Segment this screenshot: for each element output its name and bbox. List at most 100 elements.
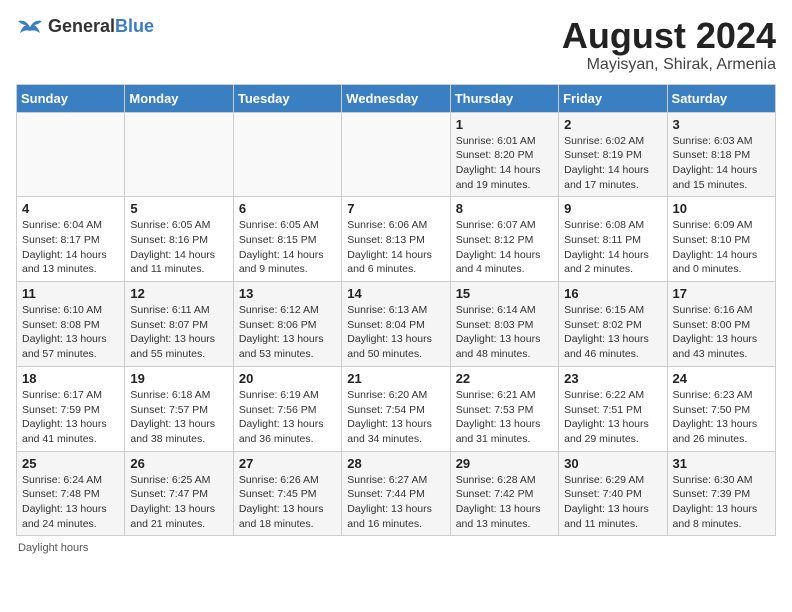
calendar-header-cell: Tuesday [233, 84, 341, 112]
day-number: 31 [673, 456, 770, 471]
day-number: 30 [564, 456, 661, 471]
day-number: 18 [22, 371, 119, 386]
calendar-day-cell [342, 112, 450, 197]
day-info: Sunrise: 6:25 AM Sunset: 7:47 PM Dayligh… [130, 474, 215, 530]
calendar-week-row: 4 Sunrise: 6:04 AM Sunset: 8:17 PM Daylig… [17, 197, 776, 282]
calendar-header-row: SundayMondayTuesdayWednesdayThursdayFrid… [17, 84, 776, 112]
day-info: Sunrise: 6:11 AM Sunset: 8:07 PM Dayligh… [130, 304, 215, 360]
calendar-day-cell: 1 Sunrise: 6:01 AM Sunset: 8:20 PM Daylig… [450, 112, 558, 197]
day-info: Sunrise: 6:09 AM Sunset: 8:10 PM Dayligh… [673, 219, 758, 275]
calendar-day-cell: 18 Sunrise: 6:17 AM Sunset: 7:59 PM Dayli… [17, 366, 125, 451]
calendar-week-row: 1 Sunrise: 6:01 AM Sunset: 8:20 PM Daylig… [17, 112, 776, 197]
day-number: 21 [347, 371, 444, 386]
calendar-day-cell: 5 Sunrise: 6:05 AM Sunset: 8:16 PM Daylig… [125, 197, 233, 282]
day-number: 13 [239, 286, 336, 301]
day-info: Sunrise: 6:04 AM Sunset: 8:17 PM Dayligh… [22, 219, 107, 275]
day-info: Sunrise: 6:27 AM Sunset: 7:44 PM Dayligh… [347, 474, 432, 530]
header: GeneralBlue August 2024 Mayisyan, Shirak… [16, 16, 776, 74]
day-number: 12 [130, 286, 227, 301]
day-info: Sunrise: 6:01 AM Sunset: 8:20 PM Dayligh… [456, 135, 541, 191]
calendar-day-cell: 6Sunrise: 6:05 AM Sunset: 8:15 PM Daylig… [233, 197, 341, 282]
day-info: Sunrise: 6:20 AM Sunset: 7:54 PM Dayligh… [347, 389, 432, 445]
calendar-day-cell: 7Sunrise: 6:06 AM Sunset: 8:13 PM Daylig… [342, 197, 450, 282]
day-number: 2 [564, 117, 661, 132]
day-info: Sunrise: 6:02 AM Sunset: 8:19 PM Dayligh… [564, 135, 649, 191]
calendar-day-cell: 11 Sunrise: 6:10 AM Sunset: 8:08 PM Dayli… [17, 282, 125, 367]
month-title: August 2024 [562, 16, 776, 56]
calendar-day-cell: 22Sunrise: 6:21 AM Sunset: 7:53 PM Dayli… [450, 366, 558, 451]
calendar-body: 1 Sunrise: 6:01 AM Sunset: 8:20 PM Daylig… [17, 112, 776, 536]
day-number: 23 [564, 371, 661, 386]
day-number: 4 [22, 201, 119, 216]
day-number: 5 [130, 201, 227, 216]
day-number: 16 [564, 286, 661, 301]
day-number: 8 [456, 201, 553, 216]
calendar-day-cell [233, 112, 341, 197]
calendar-day-cell: 20 Sunrise: 6:19 AM Sunset: 7:56 PM Dayli… [233, 366, 341, 451]
day-number: 11 [22, 286, 119, 301]
day-info: Sunrise: 6:30 AM Sunset: 7:39 PM Dayligh… [673, 474, 758, 530]
calendar-header-cell: Saturday [667, 84, 775, 112]
logo-bird-icon [16, 17, 44, 37]
location-title: Mayisyan, Shirak, Armenia [562, 56, 776, 74]
calendar-day-cell: 31 Sunrise: 6:30 AM Sunset: 7:39 PM Dayli… [667, 451, 775, 536]
day-number: 22 [456, 371, 553, 386]
day-info: Sunrise: 6:28 AM Sunset: 7:42 PM Dayligh… [456, 474, 541, 530]
day-info: Sunrise: 6:23 AM Sunset: 7:50 PM Dayligh… [673, 389, 758, 445]
day-number: 10 [673, 201, 770, 216]
day-number: 28 [347, 456, 444, 471]
day-info: Sunrise: 6:24 AM Sunset: 7:48 PM Dayligh… [22, 474, 107, 530]
day-number: 24 [673, 371, 770, 386]
calendar-day-cell: 2 Sunrise: 6:02 AM Sunset: 8:19 PM Daylig… [559, 112, 667, 197]
day-info: Sunrise: 6:19 AM Sunset: 7:56 PM Dayligh… [239, 389, 324, 445]
calendar-day-cell: 30 Sunrise: 6:29 AM Sunset: 7:40 PM Dayli… [559, 451, 667, 536]
day-info: Sunrise: 6:29 AM Sunset: 7:40 PM Dayligh… [564, 474, 649, 530]
day-info: Sunrise: 6:15 AM Sunset: 8:02 PM Dayligh… [564, 304, 649, 360]
day-number: 9 [564, 201, 661, 216]
day-info: Sunrise: 6:07 AM Sunset: 8:12 PM Dayligh… [456, 219, 541, 275]
calendar-header-cell: Friday [559, 84, 667, 112]
calendar-day-cell: 14 Sunrise: 6:13 AM Sunset: 8:04 PM Dayli… [342, 282, 450, 367]
calendar-day-cell: 16 Sunrise: 6:15 AM Sunset: 8:02 PM Dayli… [559, 282, 667, 367]
calendar-day-cell: 8 Sunrise: 6:07 AM Sunset: 8:12 PM Daylig… [450, 197, 558, 282]
day-number: 1 [456, 117, 553, 132]
calendar-day-cell: 3Sunrise: 6:03 AM Sunset: 8:18 PM Daylig… [667, 112, 775, 197]
calendar-day-cell: 10 Sunrise: 6:09 AM Sunset: 8:10 PM Dayli… [667, 197, 775, 282]
day-number: 20 [239, 371, 336, 386]
calendar-header-cell: Monday [125, 84, 233, 112]
calendar-day-cell: 12 Sunrise: 6:11 AM Sunset: 8:07 PM Dayli… [125, 282, 233, 367]
calendar-day-cell: 25Sunrise: 6:24 AM Sunset: 7:48 PM Dayli… [17, 451, 125, 536]
day-info: Sunrise: 6:10 AM Sunset: 8:08 PM Dayligh… [22, 304, 107, 360]
footer-note: Daylight hours [16, 542, 776, 554]
day-info: Sunrise: 6:17 AM Sunset: 7:59 PM Dayligh… [22, 389, 107, 445]
day-info: Sunrise: 6:05 AM Sunset: 8:16 PM Dayligh… [130, 219, 215, 275]
logo: GeneralBlue [16, 16, 154, 37]
calendar-day-cell: 19Sunrise: 6:18 AM Sunset: 7:57 PM Dayli… [125, 366, 233, 451]
day-number: 15 [456, 286, 553, 301]
calendar-week-row: 25Sunrise: 6:24 AM Sunset: 7:48 PM Dayli… [17, 451, 776, 536]
calendar-day-cell: 28 Sunrise: 6:27 AM Sunset: 7:44 PM Dayli… [342, 451, 450, 536]
calendar-day-cell: 21 Sunrise: 6:20 AM Sunset: 7:54 PM Dayli… [342, 366, 450, 451]
day-number: 6 [239, 201, 336, 216]
day-info: Sunrise: 6:18 AM Sunset: 7:57 PM Dayligh… [130, 389, 215, 445]
calendar-header-cell: Sunday [17, 84, 125, 112]
day-number: 14 [347, 286, 444, 301]
calendar-header-cell: Thursday [450, 84, 558, 112]
calendar-day-cell: 4 Sunrise: 6:04 AM Sunset: 8:17 PM Daylig… [17, 197, 125, 282]
day-number: 17 [673, 286, 770, 301]
calendar-day-cell: 29 Sunrise: 6:28 AM Sunset: 7:42 PM Dayli… [450, 451, 558, 536]
title-area: August 2024 Mayisyan, Shirak, Armenia [562, 16, 776, 74]
day-info: Sunrise: 6:14 AM Sunset: 8:03 PM Dayligh… [456, 304, 541, 360]
day-info: Sunrise: 6:06 AM Sunset: 8:13 PM Dayligh… [347, 219, 432, 275]
calendar-day-cell: 13Sunrise: 6:12 AM Sunset: 8:06 PM Dayli… [233, 282, 341, 367]
calendar-week-row: 11 Sunrise: 6:10 AM Sunset: 8:08 PM Dayli… [17, 282, 776, 367]
day-number: 29 [456, 456, 553, 471]
day-number: 26 [130, 456, 227, 471]
day-number: 3 [673, 117, 770, 132]
calendar-day-cell: 24 Sunrise: 6:23 AM Sunset: 7:50 PM Dayli… [667, 366, 775, 451]
day-info: Sunrise: 6:13 AM Sunset: 8:04 PM Dayligh… [347, 304, 432, 360]
day-info: Sunrise: 6:22 AM Sunset: 7:51 PM Dayligh… [564, 389, 649, 445]
day-number: 27 [239, 456, 336, 471]
day-info: Sunrise: 6:26 AM Sunset: 7:45 PM Dayligh… [239, 474, 324, 530]
calendar-day-cell: 15 Sunrise: 6:14 AM Sunset: 8:03 PM Dayli… [450, 282, 558, 367]
